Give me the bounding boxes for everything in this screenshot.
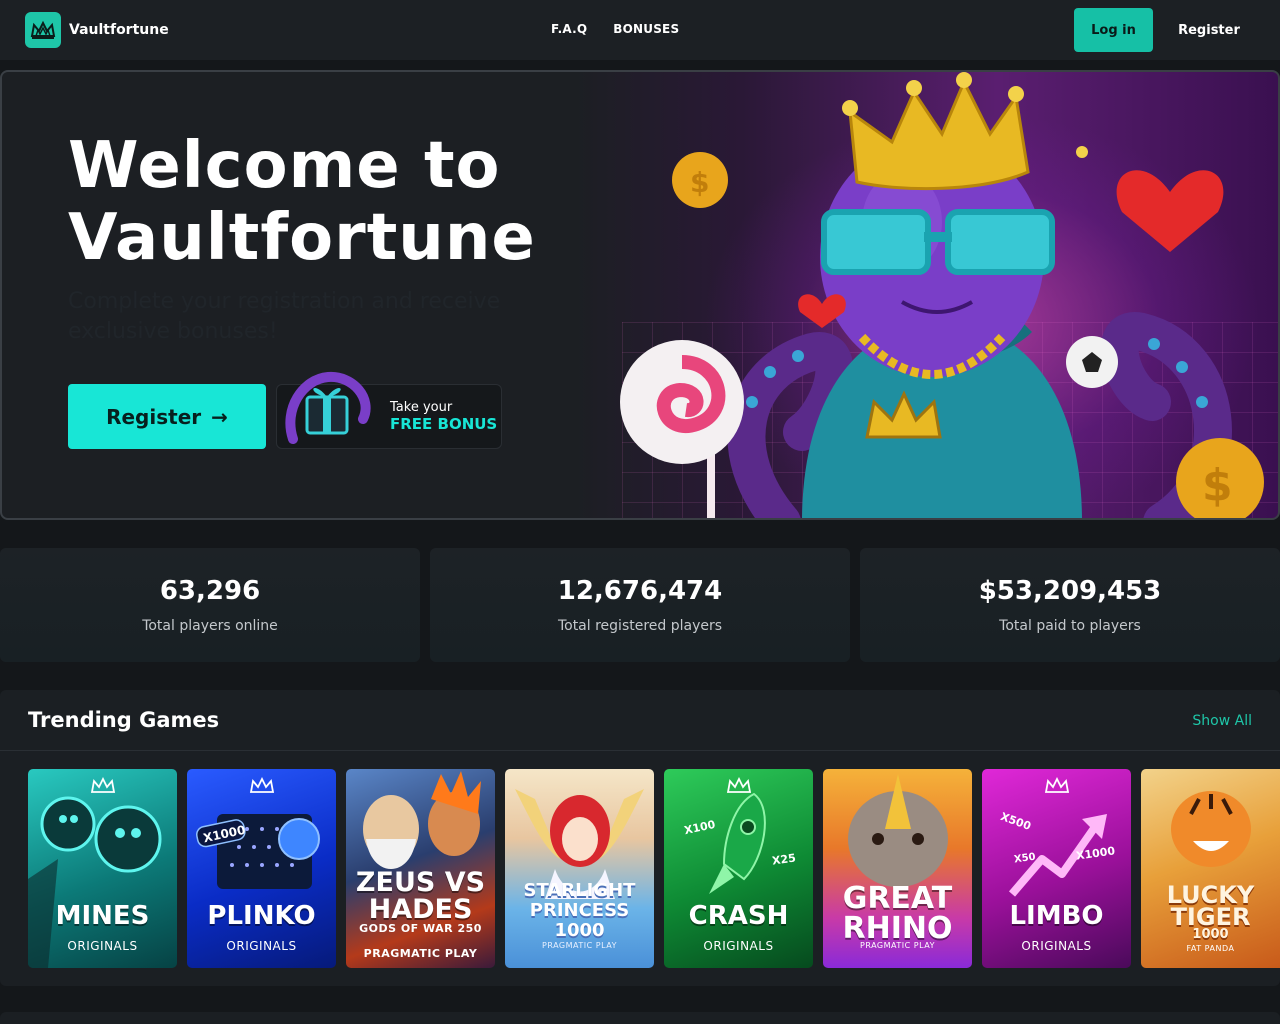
stat-value: $53,209,453 (978, 576, 1162, 606)
trending-games-section: Trending Games Show All MINES ORIGINALS … (0, 690, 1280, 986)
game-card-plinko[interactable]: X1000 PLINKO ORIGINALS (187, 769, 336, 968)
game-card-limbo[interactable]: X500 X50 X1000 LIMBO ORIGINALS (982, 769, 1131, 968)
hero-register-button[interactable]: Register → (68, 384, 266, 449)
header-register-button[interactable]: Register (1170, 8, 1248, 52)
section-divider (0, 750, 1280, 751)
game-tagline: GODS OF WAR 250 (359, 922, 482, 935)
crown-icon (1044, 777, 1070, 793)
game-card-lucky-tiger[interactable]: LUCKY TIGER 1000 FAT PANDA (1141, 769, 1280, 968)
gift-icon (285, 371, 371, 444)
hero-title: Welcome to Vaultfortune (68, 130, 536, 274)
game-name-line2: RHINO (842, 911, 953, 946)
free-bonus-button[interactable]: Take your FREE BONUS (276, 371, 502, 449)
brand-logo[interactable]: Vaultfortune (25, 12, 169, 48)
hero-subtitle: Complete your registration and receive e… (68, 289, 501, 344)
crown-icon (90, 777, 116, 793)
hero-register-label: Register (106, 404, 202, 429)
game-card-starlight-princess[interactable]: STARLIGHT PRINCESS 1000 PRAGMATIC PLAY (505, 769, 654, 968)
game-name-line3: 1000 (1192, 927, 1229, 942)
arrow-right-icon: → (211, 404, 228, 429)
top-header: Vaultfortune F.A.Q BONUSES Log in Regist… (0, 0, 1280, 60)
game-provider: PRAGMATIC PLAY (860, 941, 935, 950)
game-name: PLINKO (207, 901, 316, 931)
game-provider: ORIGINALS (67, 939, 138, 953)
stat-registered-players: 12,676,474 Total registered players (430, 548, 850, 662)
svg-text:$: $ (690, 166, 709, 199)
stat-value: 63,296 (159, 576, 261, 606)
main-nav: F.A.Q BONUSES (551, 22, 679, 36)
nav-bonuses[interactable]: BONUSES (613, 22, 679, 36)
game-name: MINES (55, 901, 150, 931)
game-card-mines[interactable]: MINES ORIGINALS (28, 769, 177, 968)
game-provider: ORIGINALS (226, 939, 297, 953)
crown-logo-icon (25, 12, 61, 48)
game-name: GREAT RHINO (823, 884, 972, 944)
game-name-line2: HADES (368, 894, 473, 925)
game-name: LIMBO (1009, 901, 1104, 931)
game-provider: ORIGINALS (1021, 939, 1092, 953)
stat-label: Total players online (142, 618, 278, 634)
stat-label: Total registered players (557, 618, 723, 634)
game-name-line1: ZEUS VS (355, 867, 486, 898)
game-provider: PRAGMATIC PLAY (542, 941, 617, 950)
game-provider: FAT PANDA (1186, 944, 1235, 953)
game-name: LUCKY TIGER 1000 (1141, 883, 1280, 942)
next-section-edge (0, 1012, 1280, 1024)
game-name-line1: STARLIGHT (523, 880, 636, 901)
bonus-line2: FREE BONUS (390, 415, 498, 433)
hero-title-line1: Welcome to (68, 129, 501, 203)
hero-mascot-illustration: $ $ (620, 72, 1264, 518)
stat-value: 12,676,474 (557, 576, 723, 606)
game-card-crash[interactable]: X100 X25 CRASH ORIGINALS (664, 769, 813, 968)
login-button[interactable]: Log in (1074, 8, 1153, 52)
bonus-line1: Take your (390, 400, 453, 415)
nav-faq[interactable]: F.A.Q (551, 22, 587, 36)
crown-icon (249, 777, 275, 793)
game-card-zeus-vs-hades[interactable]: ZEUS VS HADES GODS OF WAR 250 PRAGMATIC … (346, 769, 495, 968)
game-name-line3: 1000 (554, 920, 605, 941)
hero-banner: $ $ Welcome to Vaultfortune Complete you… (0, 70, 1280, 520)
hero-title-line2: Vaultfortune (68, 201, 536, 275)
stat-label: Total paid to players (999, 618, 1141, 634)
game-provider: PRAGMATIC PLAY (363, 947, 478, 960)
show-all-link[interactable]: Show All (1192, 713, 1252, 729)
section-title: Trending Games (28, 708, 220, 732)
game-name-line2: TIGER (1170, 903, 1251, 931)
game-name-line2: PRINCESS (529, 900, 630, 921)
game-name: ZEUS VS HADES (346, 869, 495, 923)
game-name: STARLIGHT PRINCESS 1000 (505, 881, 654, 941)
stat-total-paid: $53,209,453 Total paid to players (860, 548, 1280, 662)
svg-text:$: $ (1202, 460, 1233, 511)
stat-players-online: 63,296 Total players online (0, 548, 420, 662)
crown-icon (726, 777, 752, 793)
game-name-line1: GREAT (842, 881, 953, 916)
game-name: CRASH (688, 901, 789, 931)
game-provider: ORIGINALS (703, 939, 774, 953)
game-card-great-rhino[interactable]: GREAT RHINO PRAGMATIC PLAY (823, 769, 972, 968)
brand-name: Vaultfortune (69, 22, 169, 38)
